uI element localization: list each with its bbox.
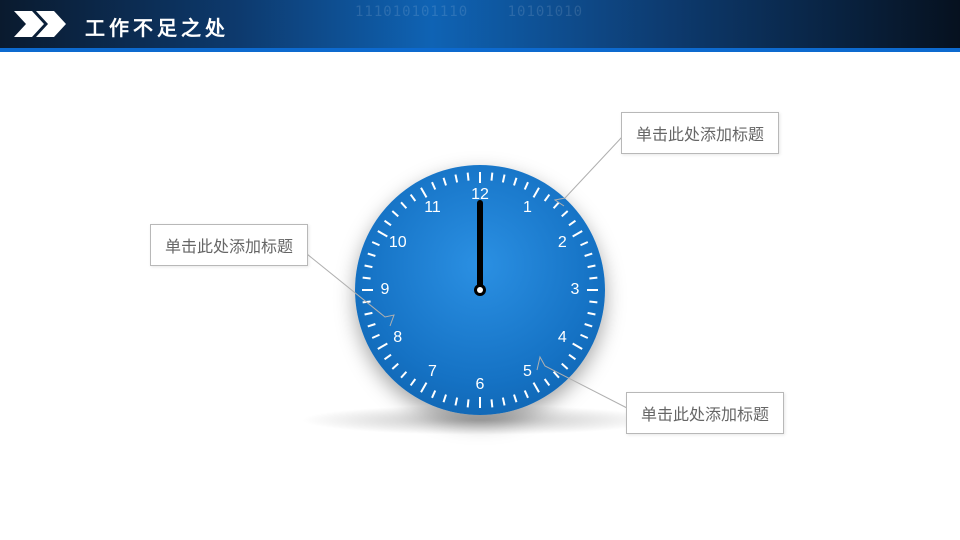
- callout-text: 单击此处添加标题: [641, 407, 769, 424]
- callout-bottom-right[interactable]: 单击此处添加标题: [626, 392, 784, 434]
- callout-top-right[interactable]: 单击此处添加标题: [621, 112, 779, 154]
- callout-leaders: [0, 0, 960, 540]
- callout-text: 单击此处添加标题: [636, 127, 764, 144]
- callout-text: 单击此处添加标题: [165, 239, 293, 256]
- callout-left[interactable]: 单击此处添加标题: [150, 224, 308, 266]
